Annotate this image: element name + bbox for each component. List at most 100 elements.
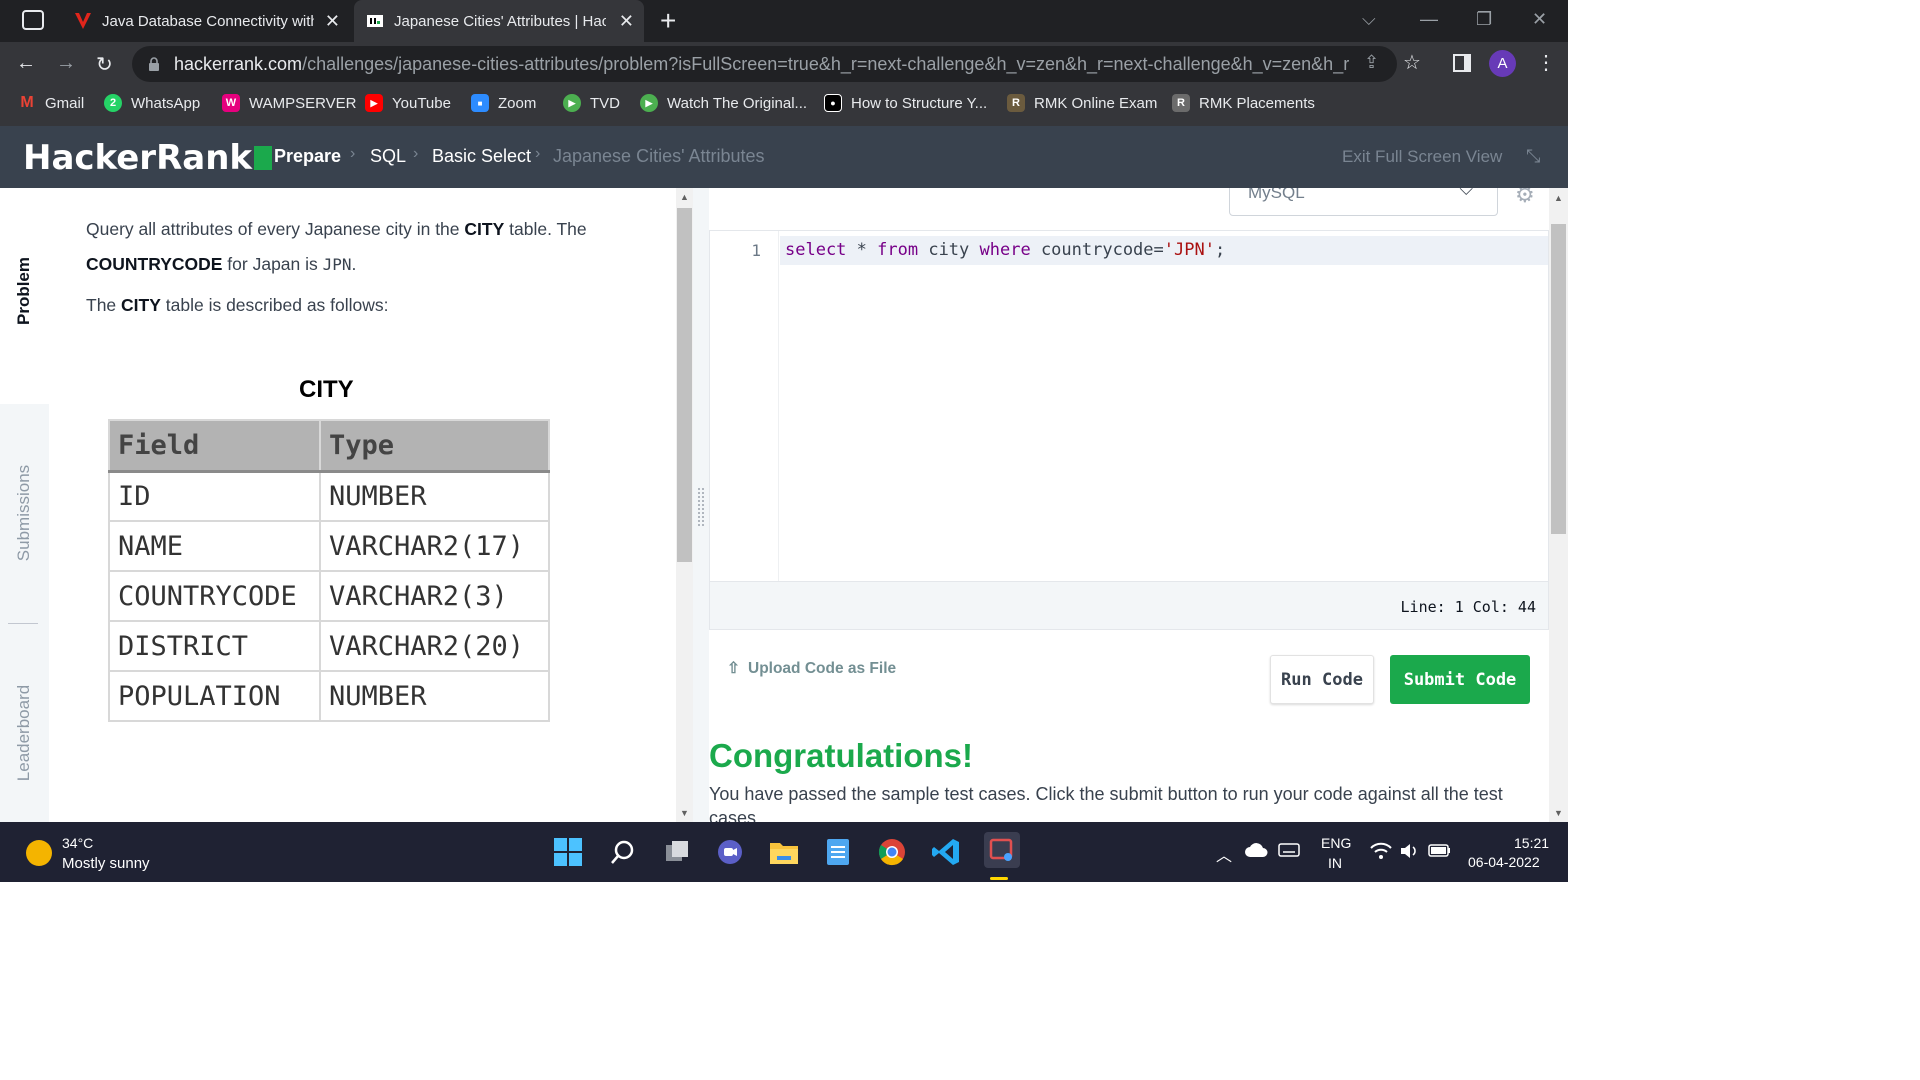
tab-search-chevron-icon[interactable]: ⌵ bbox=[1362, 9, 1376, 30]
bookmark-how-to-structure[interactable]: ● How to Structure Y... bbox=[824, 86, 987, 120]
volume-icon[interactable] bbox=[1399, 842, 1419, 863]
upload-label: Upload Code as File bbox=[748, 660, 897, 677]
jpn-code: JPN bbox=[322, 255, 352, 274]
code-line[interactable]: select * from city where countrycode='JP… bbox=[785, 240, 1225, 260]
address-bar[interactable]: hackerrank.com/challenges/japanese-citie… bbox=[132, 46, 1397, 82]
vscode-icon[interactable] bbox=[930, 836, 962, 868]
problem-scrollbar[interactable]: ▲ ▼ bbox=[676, 188, 693, 822]
breadcrumb-basic-select[interactable]: Basic Select bbox=[432, 146, 531, 167]
language-indicator-top[interactable]: ENG bbox=[1321, 835, 1351, 851]
language-indicator-bottom[interactable]: IN bbox=[1328, 855, 1342, 871]
close-tab-icon[interactable]: ✕ bbox=[619, 11, 634, 32]
tab-problem[interactable]: Problem bbox=[14, 257, 34, 325]
keyword: from bbox=[877, 240, 919, 260]
new-tab-button[interactable]: + bbox=[660, 5, 676, 37]
tab-submissions[interactable]: Submissions bbox=[14, 465, 34, 561]
restore-icon[interactable]: ❐ bbox=[1476, 9, 1492, 30]
notepad-icon[interactable] bbox=[822, 836, 854, 868]
exit-fullscreen-link[interactable]: Exit Full Screen View bbox=[1342, 147, 1502, 167]
settings-gear-icon[interactable]: ⚙ bbox=[1515, 188, 1535, 208]
side-panel-icon[interactable] bbox=[1453, 54, 1471, 72]
text: table is described as follows: bbox=[160, 295, 389, 315]
tab-leaderboard[interactable]: Leaderboard bbox=[14, 685, 34, 781]
table-row: POPULATION NUMBER bbox=[108, 670, 550, 722]
drag-handle-icon[interactable] bbox=[698, 488, 704, 526]
keyboard-icon[interactable] bbox=[1278, 842, 1300, 861]
text: . bbox=[351, 254, 357, 274]
chevron-down-icon: ⌵ bbox=[1459, 188, 1473, 199]
tab-search-icon[interactable] bbox=[22, 10, 44, 30]
city-keyword: CITY bbox=[121, 295, 161, 315]
hackerrank-header: HackerRank Prepare › SQL › Basic Select … bbox=[0, 126, 1568, 188]
table-caption: CITY bbox=[299, 376, 354, 403]
page-scrollbar[interactable]: ▲ ▼ bbox=[1549, 188, 1568, 822]
bookmark-zoom[interactable]: ■ Zoom bbox=[471, 86, 536, 120]
bookmark-rmk-placements[interactable]: R RMK Placements bbox=[1172, 86, 1315, 120]
scroll-up-icon[interactable]: ▲ bbox=[680, 192, 689, 202]
code-editor[interactable]: 1 select * from city where countrycode='… bbox=[709, 230, 1549, 630]
code-text: ; bbox=[1214, 240, 1226, 260]
clock-time[interactable]: 15:21 bbox=[1514, 835, 1549, 851]
weather-sun-icon[interactable] bbox=[26, 840, 52, 866]
weather-temperature[interactable]: 34°C bbox=[62, 835, 93, 851]
bookmark-wampserver[interactable]: W WAMPSERVER bbox=[222, 86, 357, 120]
scroll-down-icon[interactable]: ▼ bbox=[680, 808, 689, 818]
logo-cursor-icon bbox=[254, 146, 273, 170]
hackerrank-logo[interactable]: HackerRank bbox=[23, 138, 273, 178]
bookmark-star-icon[interactable]: ☆ bbox=[1403, 50, 1421, 75]
url-text[interactable]: hackerrank.com/challenges/japanese-citie… bbox=[174, 54, 1349, 75]
bookmark-rmk-online-exam[interactable]: R RMK Online Exam bbox=[1007, 86, 1157, 120]
scroll-down-icon[interactable]: ▼ bbox=[1554, 808, 1563, 818]
weather-description[interactable]: Mostly sunny bbox=[62, 855, 150, 872]
run-code-button[interactable]: Run Code bbox=[1270, 655, 1374, 704]
submit-code-button[interactable]: Submit Code bbox=[1390, 655, 1530, 704]
tab-japanese-cities[interactable]: Japanese Cities' Attributes | HackerRank… bbox=[354, 0, 644, 42]
vivaldi-favicon-icon bbox=[74, 12, 92, 30]
rmk-logo-icon: R bbox=[1172, 94, 1190, 112]
forward-arrow-icon[interactable]: → bbox=[56, 52, 76, 75]
text: table. The bbox=[504, 219, 587, 239]
breadcrumb-prepare[interactable]: Prepare bbox=[274, 146, 341, 167]
tab-java-database[interactable]: Java Database Connectivity with MySQL ✕ bbox=[66, 0, 350, 42]
bookmark-gmail[interactable]: M Gmail bbox=[18, 86, 84, 120]
wifi-icon[interactable] bbox=[1370, 842, 1392, 863]
clock-date[interactable]: 06-04-2022 bbox=[1468, 854, 1540, 870]
onedrive-cloud-icon[interactable] bbox=[1244, 842, 1268, 861]
pane-splitter[interactable] bbox=[693, 188, 709, 822]
language-select[interactable]: MySQL ⌵ bbox=[1229, 188, 1498, 216]
battery-icon[interactable] bbox=[1428, 842, 1452, 861]
breadcrumb-chevron-icon: › bbox=[535, 145, 541, 162]
snipping-tool-icon[interactable] bbox=[984, 832, 1020, 868]
task-view-icon[interactable] bbox=[661, 836, 693, 868]
bookmark-tvd[interactable]: ▶ TVD bbox=[563, 86, 620, 120]
active-app-indicator bbox=[990, 877, 1008, 880]
profile-avatar[interactable]: A bbox=[1489, 50, 1516, 77]
close-tab-icon[interactable]: ✕ bbox=[325, 11, 340, 32]
tray-overflow-chevron-icon[interactable]: ︿ bbox=[1216, 842, 1232, 866]
reload-icon[interactable]: ↻ bbox=[96, 52, 113, 77]
chrome-icon[interactable] bbox=[876, 836, 908, 868]
search-icon[interactable] bbox=[607, 836, 639, 868]
hackerrank-favicon-icon bbox=[366, 12, 384, 30]
file-explorer-icon[interactable] bbox=[768, 836, 800, 868]
minimize-icon[interactable]: — bbox=[1420, 9, 1438, 30]
start-windows-icon[interactable] bbox=[552, 836, 584, 868]
teams-chat-icon[interactable] bbox=[714, 836, 746, 868]
share-icon[interactable]: ⇪ bbox=[1364, 52, 1379, 73]
scrollbar-thumb[interactable] bbox=[677, 208, 692, 562]
table-row: DISTRICT VARCHAR2(20) bbox=[108, 620, 550, 672]
bookmark-whatsapp[interactable]: 2 WhatsApp bbox=[104, 86, 200, 120]
type-cell: VARCHAR2(3) bbox=[319, 570, 550, 622]
scrollbar-thumb[interactable] bbox=[1551, 224, 1566, 534]
upload-code-link[interactable]: ⇧ Upload Code as File bbox=[727, 659, 896, 678]
menu-kebab-icon[interactable]: ⋮ bbox=[1536, 50, 1556, 75]
bookmark-youtube[interactable]: ▶ YouTube bbox=[365, 86, 451, 120]
back-arrow-icon[interactable]: ← bbox=[16, 52, 36, 75]
scroll-up-icon[interactable]: ▲ bbox=[1554, 193, 1563, 203]
collapse-arrows-icon[interactable]: ⤡ bbox=[1526, 146, 1540, 167]
gmail-icon: M bbox=[20, 94, 34, 111]
window-close-icon[interactable]: ✕ bbox=[1532, 9, 1547, 30]
breadcrumb-sql[interactable]: SQL bbox=[370, 146, 406, 167]
bookmark-watch-original[interactable]: ▶ Watch The Original... bbox=[640, 86, 807, 120]
bookmark-label: YouTube bbox=[392, 94, 451, 112]
